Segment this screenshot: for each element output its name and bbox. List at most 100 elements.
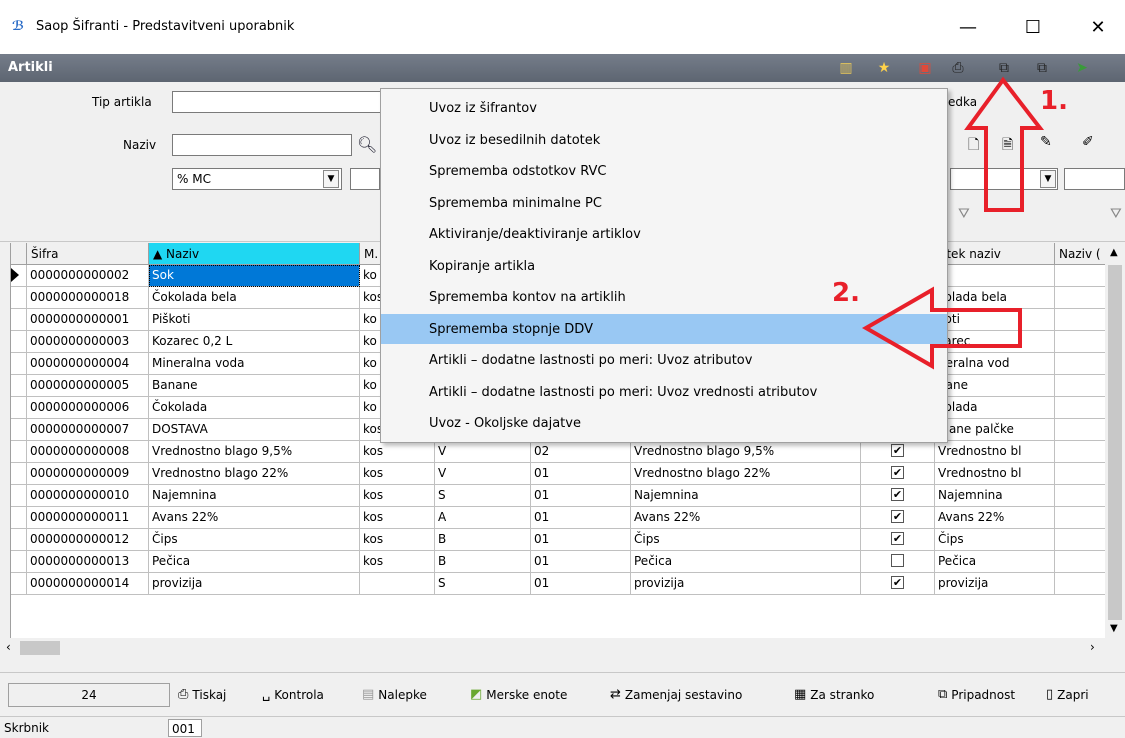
vertical-scroll-thumb[interactable] xyxy=(1108,265,1122,620)
tools-import-icon[interactable]: ⧉ xyxy=(994,58,1014,78)
cell-sifra[interactable]: 0000000000001 xyxy=(27,309,149,331)
belonging-button[interactable]: ⧉ Pripadnost xyxy=(938,687,1015,702)
cell-sifra[interactable]: 0000000000005 xyxy=(27,375,149,397)
menu-item[interactable]: Artikli – dodatne lastnosti po meri: Uvo… xyxy=(381,377,947,407)
cell-col4[interactable]: V xyxy=(435,463,531,485)
cell-col5[interactable]: 01 xyxy=(531,573,631,595)
cell-sifra[interactable]: 0000000000012 xyxy=(27,529,149,551)
replace-component-button[interactable]: ⇄ Zamenjaj sestavino xyxy=(610,687,742,702)
table-row[interactable]: 0000000000008 Vrednostno blago 9,5% kos V 02… xyxy=(11,441,1106,463)
cell-sifra[interactable]: 0000000000014 xyxy=(27,573,149,595)
cell-dodatek-naziv[interactable]: Vrednostno bl xyxy=(935,441,1055,463)
cell-sifra[interactable]: 0000000000013 xyxy=(27,551,149,573)
cell-mera[interactable] xyxy=(360,573,435,595)
control-button[interactable]: ␣ Kontrola xyxy=(262,687,324,702)
chevron-down-icon[interactable]: ▼ xyxy=(323,170,339,188)
cell-col5[interactable]: 01 xyxy=(531,529,631,551)
cell-active[interactable]: ✔ xyxy=(861,441,935,463)
cell-dodatek-naziv[interactable]: zarec xyxy=(935,331,1055,353)
cell-col6[interactable]: Pečica xyxy=(631,551,861,573)
tip-artikla-input[interactable] xyxy=(172,91,382,113)
scroll-right-icon[interactable]: › xyxy=(1090,640,1095,654)
cell-naziv-2[interactable] xyxy=(1055,485,1106,507)
cell-naziv-2[interactable] xyxy=(1055,463,1106,485)
column-header-naziv[interactable]: ▲ Naziv xyxy=(149,243,360,265)
favorite-star-icon[interactable]: ★ xyxy=(874,58,894,78)
for-customer-button[interactable]: ▦ Za stranko xyxy=(794,687,874,702)
cell-sifra[interactable]: 0000000000002 xyxy=(27,265,149,287)
cell-naziv[interactable]: Čokolada xyxy=(149,397,360,419)
menu-item[interactable]: Sprememba minimalne PC xyxy=(381,188,947,218)
cell-col4[interactable]: S xyxy=(435,485,531,507)
column-header-sifra[interactable]: Šifra xyxy=(27,243,149,265)
minimize-button[interactable]: — xyxy=(945,12,991,42)
filter-icon[interactable]: ⛛ xyxy=(958,206,970,222)
cell-col6[interactable]: Vrednostno blago 9,5% xyxy=(631,441,861,463)
horizontal-scrollbar[interactable]: ‹ › xyxy=(0,638,1105,658)
cell-sifra[interactable]: 0000000000008 xyxy=(27,441,149,463)
cell-mera[interactable]: kos xyxy=(360,485,435,507)
cell-naziv-2[interactable] xyxy=(1055,375,1106,397)
cell-naziv-2[interactable] xyxy=(1055,309,1106,331)
column-header-naziv-2[interactable]: Naziv ( xyxy=(1055,243,1106,265)
active-checkbox[interactable]: ✔ xyxy=(891,510,904,523)
edit-item-icon[interactable]: ✎ xyxy=(1040,134,1052,150)
new-item-icon[interactable]: 🗋︎ xyxy=(968,134,979,158)
right-input[interactable] xyxy=(1064,168,1125,190)
cell-col5[interactable]: 01 xyxy=(531,551,631,573)
menu-item[interactable]: Artikli – dodatne lastnosti po meri: Uvo… xyxy=(381,345,947,375)
cell-naziv-2[interactable] xyxy=(1055,397,1106,419)
cell-dodatek-naziv[interactable]: Najemnina xyxy=(935,485,1055,507)
cell-dodatek-naziv[interactable]: Čips xyxy=(935,529,1055,551)
cell-naziv-2[interactable] xyxy=(1055,331,1106,353)
menu-item[interactable]: Aktiviranje/deaktiviranje artiklov xyxy=(381,219,947,249)
cell-mera[interactable]: kos xyxy=(360,507,435,529)
scroll-down-icon[interactable]: ▼ xyxy=(1110,623,1118,634)
cell-sifra[interactable]: 0000000000010 xyxy=(27,485,149,507)
cell-dodatek-naziv[interactable]: koti xyxy=(935,309,1055,331)
table-row[interactable]: 0000000000012 Čips kos B 01 Čips ✔ Čips xyxy=(11,529,1106,551)
cell-active[interactable]: ✔ xyxy=(861,485,935,507)
labels-button[interactable]: ▤ Nalepke xyxy=(362,687,427,702)
active-checkbox[interactable]: ✔ xyxy=(891,444,904,457)
chevron-down-icon[interactable]: ▼ xyxy=(1040,170,1056,188)
cell-sifra[interactable]: 0000000000007 xyxy=(27,419,149,441)
cell-naziv[interactable]: Mineralna voda xyxy=(149,353,360,375)
cell-naziv[interactable]: Kozarec 0,2 L xyxy=(149,331,360,353)
cell-active[interactable]: ✔ xyxy=(861,463,935,485)
horizontal-scroll-thumb[interactable] xyxy=(20,641,60,655)
print-button[interactable]: ⎙ Tiskaj xyxy=(178,687,226,702)
cell-naziv-2[interactable] xyxy=(1055,573,1106,595)
delete-doc-icon[interactable]: ▣ xyxy=(915,58,935,78)
menu-item[interactable]: Sprememba kontov na artiklih xyxy=(381,282,947,312)
mc-select[interactable]: % MC xyxy=(172,168,342,190)
active-checkbox[interactable]: ✔ xyxy=(891,488,904,501)
cell-naziv[interactable]: DOSTAVA xyxy=(149,419,360,441)
cell-dodatek-naziv[interactable]: kolada bela xyxy=(935,287,1055,309)
cell-col6[interactable]: Vrednostno blago 22% xyxy=(631,463,861,485)
active-checkbox[interactable] xyxy=(891,554,904,567)
active-checkbox[interactable]: ✔ xyxy=(891,532,904,545)
add-item-icon[interactable]: 🗎︎ xyxy=(1002,134,1013,158)
cell-naziv-2[interactable] xyxy=(1055,353,1106,375)
cell-col6[interactable]: Avans 22% xyxy=(631,507,861,529)
cell-col4[interactable]: A xyxy=(435,507,531,529)
cell-mera[interactable]: kos xyxy=(360,551,435,573)
edit-item-alt-icon[interactable]: ✐ xyxy=(1082,134,1094,150)
printer-icon[interactable]: ⎙ xyxy=(948,58,968,78)
cell-naziv-2[interactable] xyxy=(1055,529,1106,551)
menu-item[interactable]: Uvoz iz besedilnih datotek xyxy=(381,125,947,155)
table-row[interactable]: 0000000000013 Pečica kos B 01 Pečica Pečica xyxy=(11,551,1106,573)
cell-naziv-2[interactable] xyxy=(1055,265,1106,287)
cell-dodatek-naziv[interactable]: Slane palčke xyxy=(935,419,1055,441)
cell-dodatek-naziv[interactable]: k xyxy=(935,265,1055,287)
active-checkbox[interactable]: ✔ xyxy=(891,576,904,589)
cell-naziv-2[interactable] xyxy=(1055,441,1106,463)
cell-naziv[interactable]: Vrednostno blago 9,5% xyxy=(149,441,360,463)
table-row[interactable]: 0000000000014 provizija S 01 provizija ✔ provi… xyxy=(11,573,1106,595)
cell-mera[interactable]: kos xyxy=(360,441,435,463)
cell-naziv-2[interactable] xyxy=(1055,551,1106,573)
cell-naziv[interactable]: Banane xyxy=(149,375,360,397)
cell-active[interactable]: ✔ xyxy=(861,529,935,551)
cell-sifra[interactable]: 0000000000009 xyxy=(27,463,149,485)
